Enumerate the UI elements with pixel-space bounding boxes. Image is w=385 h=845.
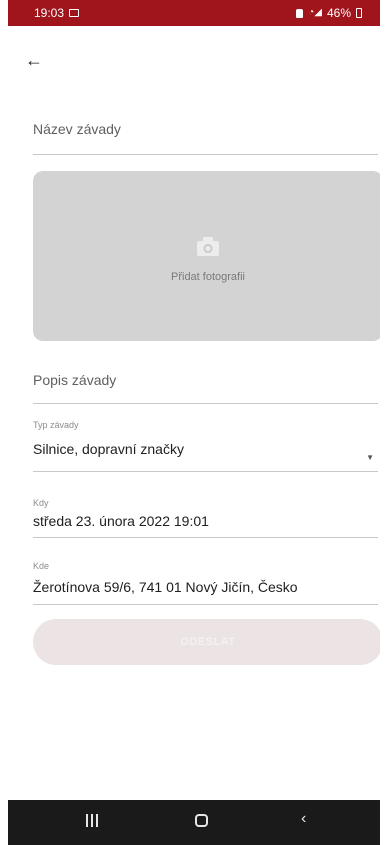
camera-icon: [197, 237, 219, 256]
defect-type-dropdown[interactable]: Typ závady Silnice, dopravní značky ▼: [33, 403, 378, 472]
battery-percent: 46%: [326, 6, 351, 20]
system-nav-bar: ‹: [8, 800, 380, 845]
where-field[interactable]: Kde Žerotínova 59/6, 741 01 Nový Jičín, …: [33, 537, 378, 605]
recent-apps-icon[interactable]: [86, 814, 98, 827]
status-right: ◔◢ 46%: [296, 6, 362, 20]
app-bar: ←: [8, 26, 380, 90]
defect-type-value: Silnice, dopravní značky: [33, 441, 184, 457]
nav-back-icon[interactable]: ‹: [301, 810, 306, 828]
wifi-signal-icon: ◔◢: [308, 7, 322, 18]
when-field[interactable]: Kdy středa 23. února 2022 19:01: [33, 471, 378, 538]
back-arrow-icon[interactable]: ←: [24, 50, 44, 70]
defect-name-placeholder: Název závady: [33, 121, 121, 137]
status-bar: 19:03 ◔◢ 46%: [8, 0, 380, 26]
defect-name-field[interactable]: Název závady: [33, 105, 378, 155]
battery-icon: [356, 8, 362, 18]
home-icon[interactable]: [195, 814, 208, 827]
defect-type-label: Typ závady: [33, 420, 79, 430]
app-screen: 19:03 ◔◢ 46% ← Název závady Přidat fotog…: [8, 0, 380, 845]
where-label: Kde: [33, 561, 50, 571]
add-photo-label: Přidat fotografii: [171, 271, 245, 283]
when-value: středa 23. února 2022 19:01: [33, 513, 209, 529]
description-field[interactable]: Popis závady: [33, 355, 378, 404]
description-placeholder: Popis závady: [33, 372, 117, 388]
dropdown-arrow-icon: ▼: [366, 453, 374, 462]
add-photo-area[interactable]: Přidat fotografii: [33, 171, 380, 341]
gallery-notification-icon: [69, 9, 80, 17]
status-time: 19:03: [34, 6, 65, 20]
submit-button[interactable]: ODESLAT: [33, 619, 380, 665]
lock-icon: [296, 8, 304, 18]
when-label: Kdy: [33, 498, 49, 508]
status-left: 19:03: [34, 6, 80, 20]
where-value: Žerotínova 59/6, 741 01 Nový Jičín, Česk…: [33, 579, 298, 595]
